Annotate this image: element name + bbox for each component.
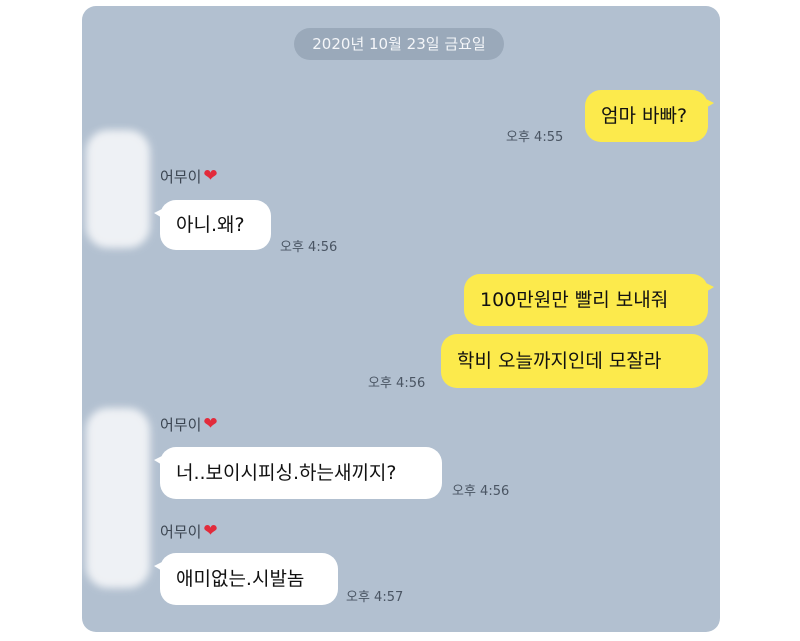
sender-avatar[interactable] [86, 408, 150, 588]
sender-name: 어무이 ❤ [160, 521, 218, 542]
message-time: 오후 4:55 [506, 130, 564, 145]
date-divider: 2020년 10월 23일 금요일 [294, 28, 504, 60]
message-text: 엄마 바빠? [601, 105, 688, 127]
my-message-bubble[interactable]: 학비 오늘까지인데 모잘라 [441, 334, 708, 388]
heart-icon: ❤ [203, 414, 218, 434]
message-text: 애미없는.시발놈 [176, 568, 305, 590]
their-message-bubble[interactable]: 아니.왜? [154, 200, 271, 250]
message-text: 100만원만 빨리 보내줘 [480, 289, 669, 311]
message-time: 오후 4:56 [368, 376, 426, 391]
message-text: 학비 오늘까지인데 모잘라 [457, 350, 662, 372]
their-message-bubble[interactable]: 너..보이시피싱.하는새끼지? [154, 447, 442, 499]
chat-window: 2020년 10월 23일 금요일 엄마 바빠? 오후 4:55 어무이 ❤ 아… [82, 6, 720, 632]
their-message-bubble[interactable]: 애미없는.시발놈 [154, 553, 338, 605]
my-message-bubble[interactable]: 100만원만 빨리 보내줘 [464, 274, 714, 326]
message-time: 오후 4:56 [452, 484, 510, 499]
heart-icon: ❤ [203, 521, 218, 541]
message-text: 아니.왜? [176, 214, 245, 236]
heart-icon: ❤ [203, 166, 218, 186]
sender-name: 어무이 ❤ [160, 166, 218, 187]
sender-avatar[interactable] [86, 130, 150, 248]
message-time: 오후 4:56 [280, 240, 338, 255]
message-text: 너..보이시피싱.하는새끼지? [176, 462, 397, 484]
message-time: 오후 4:57 [346, 590, 404, 605]
sender-name: 어무이 ❤ [160, 414, 218, 435]
my-message-bubble[interactable]: 엄마 바빠? [585, 90, 714, 142]
